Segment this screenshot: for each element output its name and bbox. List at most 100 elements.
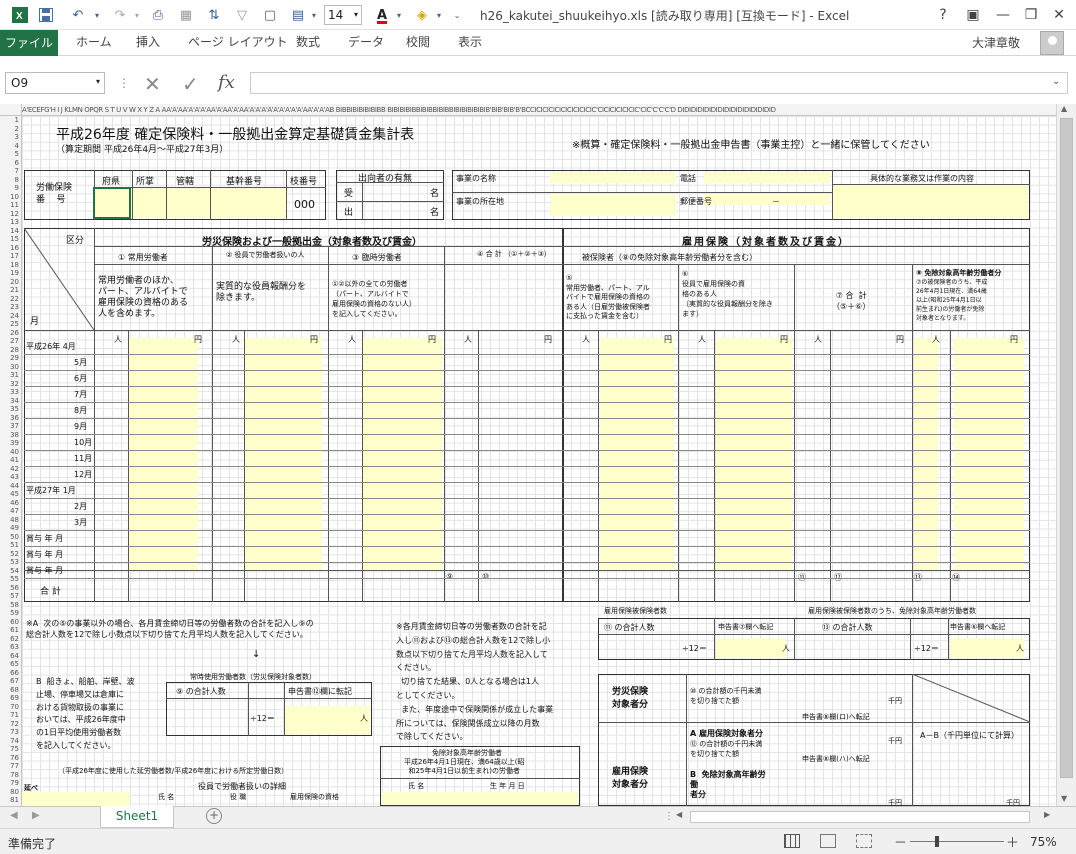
- row-number[interactable]: 36: [0, 414, 21, 422]
- row-number[interactable]: 35: [0, 405, 21, 413]
- row-number[interactable]: 28: [0, 346, 21, 354]
- row-number[interactable]: 42: [0, 465, 21, 473]
- scroll-up-icon[interactable]: ▲: [1061, 104, 1067, 113]
- page-break-view-icon[interactable]: [856, 834, 872, 848]
- row-number[interactable]: 81: [0, 796, 21, 804]
- row-number[interactable]: 18: [0, 261, 21, 269]
- worksheet[interactable]: 平成26年度 確定保険料・一般拠出金算定基礎賃金集計表 （算定期間 平成26年4…: [22, 116, 1056, 806]
- row-number[interactable]: 71: [0, 711, 21, 719]
- tab-file[interactable]: ファイル: [0, 30, 58, 56]
- page-layout-view-icon[interactable]: [820, 834, 836, 848]
- row-header[interactable]: 1 2 3 4 5 6 7 8 9 10 11 12 13 14 15 16 17 18 19 20 21 22 23 24 2…: [0, 116, 22, 806]
- row-number[interactable]: 61: [0, 626, 21, 634]
- row-number[interactable]: 41: [0, 456, 21, 464]
- row-number[interactable]: 40: [0, 448, 21, 456]
- undo-icon[interactable]: ↶: [66, 6, 90, 24]
- row-number[interactable]: 12: [0, 210, 21, 218]
- row-number[interactable]: 13: [0, 218, 21, 226]
- row-number[interactable]: 47: [0, 507, 21, 515]
- row-number[interactable]: 48: [0, 516, 21, 524]
- row-number[interactable]: 50: [0, 533, 21, 541]
- tab-review[interactable]: 校閲: [406, 30, 430, 56]
- expand-formula-icon[interactable]: ⌄: [1052, 76, 1060, 87]
- font-color-icon[interactable]: A: [372, 6, 392, 24]
- restore-button[interactable]: ❐: [1018, 5, 1044, 25]
- enter-icon[interactable]: ✓: [182, 72, 199, 96]
- row-number[interactable]: 78: [0, 771, 21, 779]
- row-number[interactable]: 63: [0, 643, 21, 651]
- tab-view[interactable]: 表示: [458, 30, 482, 56]
- row-number[interactable]: 72: [0, 720, 21, 728]
- vertical-scrollbar[interactable]: ▲ ▼: [1056, 104, 1076, 806]
- row-number[interactable]: 5: [0, 150, 21, 158]
- row-number[interactable]: 55: [0, 575, 21, 583]
- row-number[interactable]: 9: [0, 184, 21, 192]
- row-number[interactable]: 79: [0, 779, 21, 787]
- row-number[interactable]: 59: [0, 609, 21, 617]
- filter-icon[interactable]: ▽: [232, 6, 252, 24]
- row-number[interactable]: 34: [0, 397, 21, 405]
- row-number[interactable]: 7: [0, 167, 21, 175]
- fill-color-icon[interactable]: ◈: [412, 6, 432, 24]
- user-name[interactable]: 大津章敬: [972, 34, 1020, 51]
- zoom-level[interactable]: 75%: [1030, 835, 1057, 849]
- zoom-thumb[interactable]: [935, 836, 939, 847]
- ribbon-display-button[interactable]: ▣: [960, 5, 986, 25]
- name-box[interactable]: O9 ▾: [5, 72, 105, 94]
- row-number[interactable]: 26: [0, 329, 21, 337]
- hscroll-right-icon[interactable]: ▶: [1044, 810, 1050, 819]
- row-number[interactable]: 15: [0, 235, 21, 243]
- row-number[interactable]: 68: [0, 686, 21, 694]
- hscroll-thumb[interactable]: [690, 811, 1030, 823]
- insert-function-icon[interactable]: fx: [218, 72, 235, 93]
- tab-data[interactable]: データ: [348, 30, 384, 56]
- selected-cell-o9[interactable]: [93, 187, 131, 219]
- row-number[interactable]: 73: [0, 728, 21, 736]
- row-number[interactable]: 54: [0, 567, 21, 575]
- scroll-down-icon[interactable]: ▼: [1061, 794, 1067, 803]
- tab-prev-icon[interactable]: ◀: [10, 810, 18, 821]
- hscroll-left-icon[interactable]: ◀: [676, 810, 682, 819]
- row-number[interactable]: 29: [0, 354, 21, 362]
- row-number[interactable]: 32: [0, 380, 21, 388]
- row-number[interactable]: 16: [0, 244, 21, 252]
- row-number[interactable]: 33: [0, 388, 21, 396]
- row-number[interactable]: 27: [0, 337, 21, 345]
- help-button[interactable]: ?: [930, 5, 956, 25]
- row-number[interactable]: 56: [0, 584, 21, 592]
- row-number[interactable]: 1: [0, 116, 21, 124]
- row-number[interactable]: 37: [0, 422, 21, 430]
- row-number[interactable]: 62: [0, 635, 21, 643]
- row-number[interactable]: 53: [0, 558, 21, 566]
- tab-next-icon[interactable]: ▶: [32, 810, 40, 821]
- row-number[interactable]: 3: [0, 133, 21, 141]
- row-number[interactable]: 45: [0, 490, 21, 498]
- format-icon[interactable]: ▤: [287, 6, 309, 24]
- row-number[interactable]: 38: [0, 431, 21, 439]
- close-button[interactable]: ✕: [1046, 5, 1072, 25]
- zoom-out-button[interactable]: －: [894, 832, 907, 851]
- zoom-in-button[interactable]: ＋: [1006, 832, 1019, 851]
- format-dropdown-icon[interactable]: ▾: [309, 6, 319, 24]
- row-number[interactable]: 60: [0, 618, 21, 626]
- row-number[interactable]: 65: [0, 660, 21, 668]
- row-number[interactable]: 57: [0, 592, 21, 600]
- row-number[interactable]: 23: [0, 303, 21, 311]
- row-number[interactable]: 66: [0, 669, 21, 677]
- row-number[interactable]: 43: [0, 473, 21, 481]
- row-number[interactable]: 4: [0, 142, 21, 150]
- row-number[interactable]: 44: [0, 482, 21, 490]
- row-number[interactable]: 74: [0, 737, 21, 745]
- tab-home[interactable]: ホーム: [76, 30, 112, 56]
- redo-icon[interactable]: ↷: [108, 6, 132, 24]
- row-number[interactable]: 46: [0, 499, 21, 507]
- row-number[interactable]: 77: [0, 762, 21, 770]
- formula-input[interactable]: [250, 72, 1068, 94]
- row-number[interactable]: 24: [0, 312, 21, 320]
- scroll-thumb[interactable]: [1060, 118, 1073, 778]
- row-number[interactable]: 25: [0, 320, 21, 328]
- row-number[interactable]: 14: [0, 227, 21, 235]
- save-icon[interactable]: [36, 6, 56, 24]
- row-number[interactable]: 22: [0, 295, 21, 303]
- fill-color-dropdown-icon[interactable]: ▾: [434, 6, 444, 24]
